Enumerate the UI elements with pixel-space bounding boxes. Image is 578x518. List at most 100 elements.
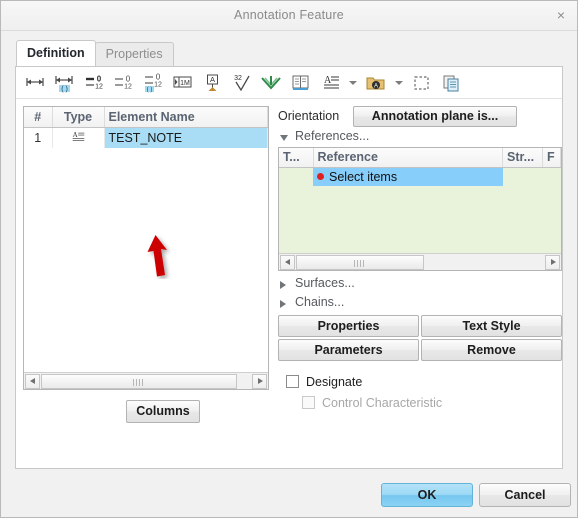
svg-text:A: A — [72, 131, 77, 139]
svg-text:0: 0 — [97, 75, 102, 84]
chevron-right-icon — [280, 300, 286, 308]
text-style-button[interactable]: Text Style — [421, 315, 562, 337]
column-header-element-name[interactable]: Element Name — [104, 107, 268, 128]
designate-label: Designate — [306, 375, 363, 389]
chains-label: Chains... — [295, 295, 345, 309]
ref-scroll-right-arrow-icon[interactable] — [545, 255, 560, 270]
svg-text:A: A — [210, 75, 215, 84]
tab-strip: Definition Properties — [1, 40, 577, 66]
svg-text:12: 12 — [95, 84, 103, 91]
column-header-number[interactable]: # — [24, 107, 53, 128]
action-button-grid: Properties Text Style Parameters Remove — [278, 315, 562, 361]
designate-checkbox[interactable] — [286, 375, 299, 388]
dimension-icon[interactable] — [23, 71, 48, 95]
references-header-row: T... Reference Str... F — [279, 148, 561, 168]
properties-button[interactable]: Properties — [278, 315, 419, 337]
ordinate-dimension-icon[interactable]: 0 12 — [82, 71, 107, 95]
svg-text:( ): ( ) — [146, 87, 152, 93]
elements-horizontal-scrollbar[interactable] — [24, 372, 268, 389]
datum-feature-icon[interactable]: A — [200, 71, 225, 95]
designate-checkbox-row[interactable]: Designate — [286, 375, 362, 389]
references-table: T... Reference Str... F Select items — [279, 148, 561, 186]
scroll-thumb[interactable] — [41, 374, 237, 389]
element-name-cell[interactable]: TEST_NOTE — [104, 127, 268, 148]
symbol-folder-icon[interactable]: A — [363, 71, 388, 95]
svg-text:A: A — [324, 75, 332, 86]
ordinate-reference-dim-icon[interactable]: 0 12 — [111, 71, 136, 95]
ref-column-header-f[interactable]: F — [542, 148, 561, 168]
svg-text:( ): ( ) — [62, 86, 69, 93]
svg-text:0: 0 — [156, 73, 161, 82]
cancel-button[interactable]: Cancel — [479, 483, 571, 507]
svg-text:12: 12 — [124, 84, 132, 91]
tab-definition[interactable]: Definition — [16, 40, 96, 66]
svg-text:1M: 1M — [180, 80, 190, 87]
remove-button[interactable]: Remove — [421, 339, 562, 361]
svg-text:12: 12 — [154, 82, 162, 89]
svg-text:A: A — [374, 84, 378, 90]
references-label: References... — [295, 129, 370, 143]
annotation-plane-button[interactable]: Annotation plane is... — [353, 106, 517, 127]
references-grid[interactable]: T... Reference Str... F Select items — [278, 147, 562, 271]
geometric-tolerance-icon[interactable] — [259, 71, 284, 95]
action-button-row-2: Parameters Remove — [278, 337, 562, 361]
ref-column-header-str[interactable]: Str... — [502, 148, 543, 168]
copy-icon[interactable] — [439, 71, 464, 95]
surface-finish-icon[interactable]: 32 — [229, 71, 254, 95]
chains-disclosure[interactable]: Chains... — [278, 295, 344, 312]
surfaces-label: Surfaces... — [295, 276, 355, 290]
annotation-note-icon[interactable]: A — [318, 71, 343, 95]
ref-column-header-reference[interactable]: Reference — [313, 148, 503, 168]
scroll-grip-icon — [133, 379, 145, 386]
orientation-row: Orientation Annotation plane is... — [278, 106, 562, 128]
symbol-caret-icon[interactable] — [393, 71, 405, 95]
close-icon[interactable]: × — [551, 5, 571, 25]
dialog-footer: OK Cancel — [1, 469, 577, 517]
ref-f-cell — [543, 167, 561, 186]
control-characteristic-checkbox-row: Control Characteristic — [302, 396, 442, 410]
svg-text:0: 0 — [126, 75, 131, 84]
ordinate-baseline-icon[interactable]: 0 12 ( ) — [141, 71, 166, 95]
references-horizontal-scrollbar[interactable] — [279, 253, 561, 270]
elements-list[interactable]: # Type Element Name 1 A TEST_NOTE — [23, 106, 269, 390]
ref-scroll-thumb[interactable] — [296, 255, 424, 270]
red-dot-icon — [317, 172, 324, 180]
annotation-note-caret-icon[interactable] — [347, 71, 359, 95]
surfaces-disclosure[interactable]: Surfaces... — [278, 276, 355, 293]
select-box-icon[interactable] — [409, 71, 434, 95]
references-disclosure[interactable]: References... — [278, 129, 369, 146]
ref-scroll-grip-icon — [354, 260, 366, 267]
reference-dimension-icon[interactable]: ( ) — [52, 71, 77, 95]
ref-reference-cell[interactable]: Select items — [313, 167, 503, 186]
ref-column-header-type[interactable]: T... — [279, 148, 314, 168]
definition-panel: ( ) 0 12 0 12 0 12 () 1M A 32 A A # Typ… — [15, 66, 563, 469]
scroll-right-arrow-icon[interactable] — [252, 374, 267, 389]
scroll-left-arrow-icon[interactable] — [25, 374, 40, 389]
title-bar: Annotation Feature × — [1, 1, 577, 31]
columns-button[interactable]: Columns — [126, 400, 200, 423]
ok-button[interactable]: OK — [381, 483, 473, 507]
note-book-icon[interactable] — [288, 71, 313, 95]
orientation-label: Orientation — [278, 109, 340, 123]
orientation-pane: Orientation Annotation plane is... Refer… — [278, 106, 562, 436]
ref-reference-text: Select items — [329, 169, 398, 184]
column-header-type[interactable]: Type — [52, 107, 105, 128]
row-number: 1 — [24, 127, 53, 148]
annotation-note-icon: A — [52, 127, 105, 148]
ref-str-cell — [503, 167, 543, 186]
parameters-button[interactable]: Parameters — [278, 339, 419, 361]
table-row[interactable]: 1 A TEST_NOTE — [24, 127, 268, 148]
chevron-right-icon — [280, 281, 286, 289]
control-characteristic-label: Control Characteristic — [322, 396, 443, 410]
reference-row[interactable]: Select items — [279, 167, 561, 186]
annotation-toolbar: ( ) 0 12 0 12 0 12 () 1M A 32 A A — [16, 67, 562, 99]
ref-type-cell — [279, 167, 313, 186]
ref-scroll-left-arrow-icon[interactable] — [280, 255, 295, 270]
chevron-down-icon — [280, 135, 288, 141]
tab-properties[interactable]: Properties — [94, 42, 174, 66]
driven-dimension-icon[interactable]: 1M — [170, 71, 195, 95]
elements-table: # Type Element Name 1 A TEST_NOTE — [24, 107, 268, 148]
svg-text:32: 32 — [234, 75, 242, 82]
annotation-feature-dialog: Annotation Feature × Definition Propertie… — [0, 0, 578, 518]
table-header-row: # Type Element Name — [24, 107, 268, 128]
